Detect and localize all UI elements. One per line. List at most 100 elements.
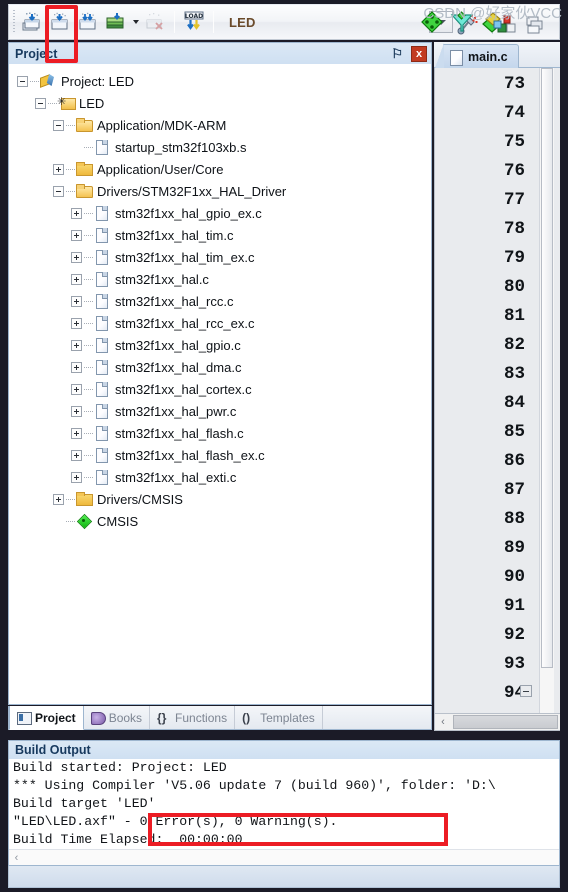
tree-connector-line [66, 190, 76, 192]
file-icon [94, 447, 110, 463]
tree-collapse-icon[interactable] [53, 185, 64, 197]
tree-item[interactable]: Drivers/STM32F1xx_HAL_Driver [9, 180, 431, 202]
line-number: 94 [435, 679, 535, 708]
tree-item[interactable]: Project: LED [9, 70, 431, 92]
file-icon [94, 271, 110, 287]
tree-item[interactable]: stm32f1xx_hal_flash.c [9, 422, 431, 444]
build-output-line: *** Using Compiler 'V5.06 update 7 (buil… [13, 778, 496, 793]
tree-connector-line [66, 168, 76, 170]
tree-item[interactable]: stm32f1xx_hal_gpio.c [9, 334, 431, 356]
target-selector-label[interactable]: LED [229, 15, 256, 30]
tree-expand-icon[interactable] [71, 295, 82, 307]
tree-item-label: stm32f1xx_hal_gpio.c [115, 337, 241, 353]
tree-item[interactable]: stm32f1xx_hal_pwr.c [9, 400, 431, 422]
tree-item[interactable]: LED [9, 92, 431, 114]
tree-item[interactable]: stm32f1xx_hal.c [9, 268, 431, 290]
tree-item-label: stm32f1xx_hal_flash_ex.c [115, 447, 265, 463]
editor-tab-main-c[interactable]: main.c [435, 43, 519, 69]
tree-item-label: startup_stm32f103xb.s [115, 139, 247, 155]
tree-item[interactable]: CMSIS [9, 510, 431, 532]
editor-tab-label: main.c [468, 50, 508, 64]
tree-expand-icon[interactable] [53, 163, 64, 175]
tree-item[interactable]: stm32f1xx_hal_tim.c [9, 224, 431, 246]
tree-item[interactable]: stm32f1xx_hal_rcc_ex.c [9, 312, 431, 334]
scroll-left-arrow-icon[interactable]: ‹ [9, 850, 24, 865]
tree-expand-icon[interactable] [71, 361, 82, 373]
tree-expand-icon[interactable] [71, 207, 82, 219]
view-tab-books[interactable]: Books [84, 706, 151, 729]
auto-hide-pin-icon[interactable]: ⚐ [391, 46, 403, 62]
file-icon [94, 337, 110, 353]
code-editor-pane[interactable]: 73 74 75 76 77 78 79 80 81 82 83 84 85 86 87 88 89 90 91 92… [434, 68, 560, 790]
view-tab-project[interactable]: Project [9, 706, 84, 730]
code-fold-collapse-icon[interactable] [520, 685, 532, 697]
line-number-text: 78 [503, 219, 525, 239]
batch-build-button[interactable] [103, 9, 129, 35]
tree-connector-line [84, 322, 94, 324]
tree-expand-icon[interactable] [71, 449, 82, 461]
editor-vscroll-thumb[interactable] [541, 68, 553, 668]
project-tree-panel[interactable]: Project: LED LED Application/MDK-ARM startu… [8, 64, 432, 705]
translate-file-button[interactable] [19, 9, 45, 35]
tree-connector-line [84, 146, 94, 148]
line-number-text: 90 [503, 567, 525, 587]
build-output-panel[interactable]: Build started: Project: LED *** Using Com… [8, 759, 560, 866]
build-output-text: Build started: Project: LED *** Using Com… [9, 759, 559, 849]
line-number-text: 77 [503, 190, 525, 210]
tree-item[interactable]: Application/MDK-ARM [9, 114, 431, 136]
tree-item[interactable]: stm32f1xx_hal_dma.c [9, 356, 431, 378]
tree-item[interactable]: stm32f1xx_hal_gpio_ex.c [9, 202, 431, 224]
editor-vertical-scrollbar[interactable] [539, 68, 554, 713]
tree-expand-icon[interactable] [53, 493, 64, 505]
tree-item[interactable]: Application/User/Core [9, 158, 431, 180]
view-tab-templates[interactable]: () Templates [235, 706, 323, 729]
tree-expand-icon[interactable] [71, 229, 82, 241]
batch-build-dropdown[interactable] [130, 10, 141, 34]
scroll-left-arrow-icon[interactable]: ‹ [435, 716, 451, 728]
line-number: 91 [435, 592, 535, 621]
tree-expand-icon[interactable] [71, 251, 82, 263]
file-icon [94, 249, 110, 265]
build-target-icon [51, 12, 68, 30]
tree-item[interactable]: stm32f1xx_hal_flash_ex.c [9, 444, 431, 466]
close-panel-button[interactable]: x [411, 46, 427, 62]
download-to-flash-button[interactable]: LOAD [181, 9, 207, 35]
tree-item[interactable]: startup_stm32f103xb.s [9, 136, 431, 158]
tree-expand-icon[interactable] [71, 339, 82, 351]
line-number: 92 [435, 621, 535, 650]
tree-item[interactable]: stm32f1xx_hal_rcc.c [9, 290, 431, 312]
tree-item[interactable]: stm32f1xx_hal_tim_ex.c [9, 246, 431, 268]
editor-horizontal-scrollbar[interactable]: ‹ [434, 713, 560, 731]
folder-open-icon [76, 183, 93, 199]
editor-hscroll-thumb[interactable] [453, 715, 558, 729]
rebuild-all-button[interactable] [75, 9, 101, 35]
line-number: 87 [435, 476, 535, 505]
tree-expand-icon[interactable] [71, 273, 82, 285]
tree-expand-icon[interactable] [71, 427, 82, 439]
build-target-button[interactable] [47, 9, 73, 35]
tree-connector-line [84, 234, 94, 236]
tree-connector-line [30, 80, 40, 82]
tree-expand-icon[interactable] [71, 317, 82, 329]
tree-collapse-icon[interactable] [35, 97, 46, 109]
file-icon [94, 227, 110, 243]
batch-build-icon [106, 13, 124, 29]
tree-item[interactable]: stm32f1xx_hal_cortex.c [9, 378, 431, 400]
tree-item[interactable]: stm32f1xx_hal_exti.c [9, 466, 431, 488]
stop-build-button[interactable] [142, 9, 168, 35]
project-tree: Project: LED LED Application/MDK-ARM startu… [9, 64, 431, 532]
build-output-scrollbar[interactable]: ‹ [9, 849, 559, 865]
line-number-text: 93 [503, 654, 525, 674]
view-tab-functions[interactable]: {} Functions [150, 706, 236, 729]
tree-collapse-icon[interactable] [17, 75, 28, 87]
tree-expand-icon[interactable] [71, 405, 82, 417]
toolbar-drag-handle[interactable] [11, 10, 18, 34]
tree-expand-icon[interactable] [71, 383, 82, 395]
tree-expand-icon[interactable] [71, 471, 82, 483]
tree-item[interactable]: Drivers/CMSIS [9, 488, 431, 510]
tree-collapse-icon[interactable] [53, 119, 64, 131]
window-left-gutter [0, 0, 8, 892]
tree-connector-line [84, 366, 94, 368]
tree-connector-line [66, 498, 76, 500]
